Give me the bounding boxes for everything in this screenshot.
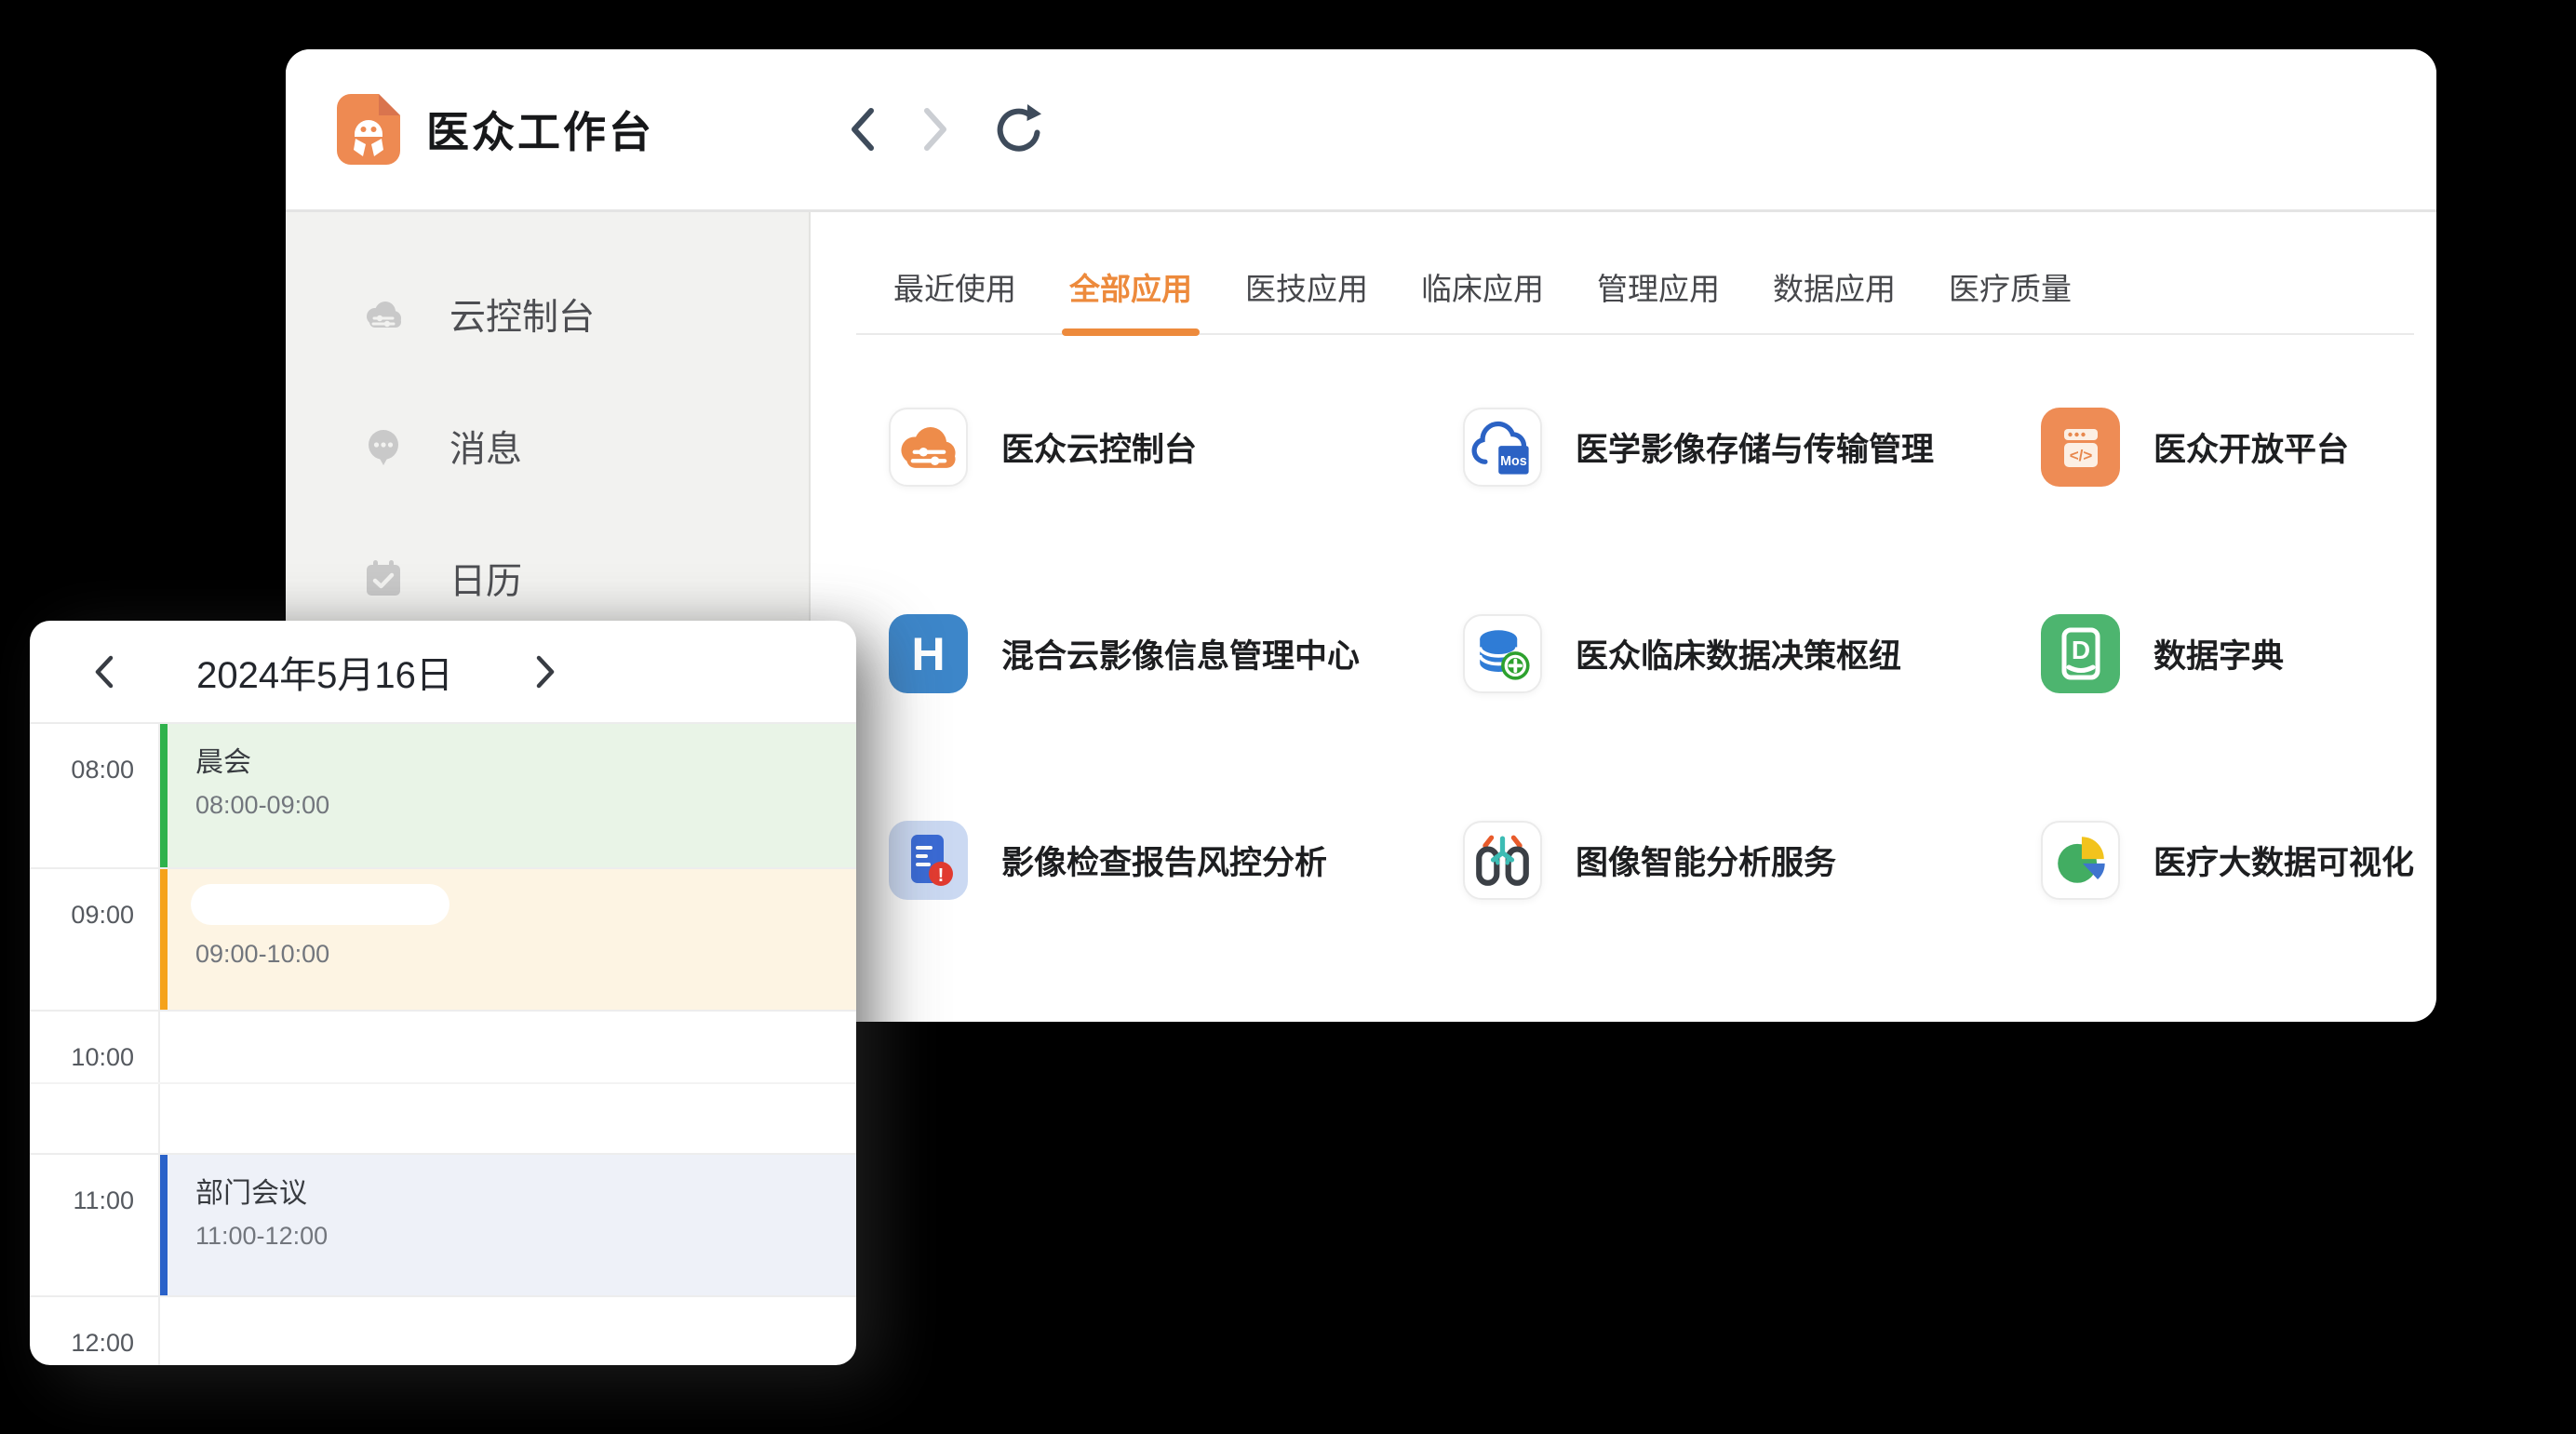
pie-chart-icon [2041, 821, 2120, 900]
svg-text:Mos: Mos [1500, 454, 1527, 469]
app-report-risk-analysis[interactable]: ! 影像检查报告风控分析 [889, 821, 1463, 900]
app-hybrid-cloud-center[interactable]: H 混合云影像信息管理中心 [889, 614, 1463, 693]
app-grid: 医众云控制台 Mos 医学影像存储与传输管理 [889, 408, 2414, 900]
app-image-storage[interactable]: Mos 医学影像存储与传输管理 [1463, 408, 2041, 487]
time-label: 09:00 [30, 869, 160, 1011]
app-data-dictionary[interactable]: D 数据字典 [2041, 614, 2414, 693]
letter-h-icon: H [889, 614, 968, 693]
time-label: 10:00 [30, 1012, 160, 1153]
database-plus-icon [1463, 614, 1542, 693]
event-title: 部门会议 [195, 1177, 856, 1211]
app-clinical-data-hub[interactable]: 医众临床数据决策枢纽 [1463, 614, 2041, 693]
svg-text:!: ! [938, 865, 945, 886]
refresh-icon [993, 103, 1045, 155]
tab-recent[interactable]: 最近使用 [893, 264, 1016, 333]
chevron-right-icon [920, 106, 950, 153]
app-name: 图像智能分析服务 [1576, 837, 1836, 884]
app-title: 医众工作台 [426, 99, 654, 160]
cloud-sliders-icon [889, 408, 968, 487]
app-image-ai-analysis[interactable]: 图像智能分析服务 [1463, 821, 2041, 900]
app-big-data-visualization[interactable]: 医疗大数据可视化 [2041, 821, 2414, 900]
cloud-sliders-icon [360, 291, 407, 338]
sidebar-item-label: 日历 [449, 553, 522, 605]
app-category-tabs: 最近使用 全部应用 医技应用 临床应用 管理应用 数据应用 医疗质量 [856, 212, 2414, 335]
app-name: 数据字典 [2153, 630, 2284, 677]
content-area: 最近使用 全部应用 医技应用 临床应用 管理应用 数据应用 医疗质量 [811, 212, 2436, 1019]
calendar-row-1000: 10:00 [30, 1010, 856, 1153]
app-name: 医众云控制台 [1001, 423, 1197, 471]
sidebar-item-calendar[interactable]: 日历 [286, 534, 809, 623]
svg-text:H: H [911, 628, 945, 680]
app-name: 影像检查报告风控分析 [1001, 837, 1327, 884]
refresh-button[interactable] [993, 103, 1045, 155]
calendar-event-morning-meeting[interactable]: 晨会 08:00-09:00 [160, 724, 856, 867]
calendar-header: 2024年5月16日 [30, 621, 856, 724]
app-name: 医学影像存储与传输管理 [1576, 423, 1934, 471]
calendar-date: 2024年5月16日 [127, 645, 523, 699]
redacted-event-title [191, 884, 449, 925]
calendar-popover: 2024年5月16日 08:00 晨会 08:00-09:00 09:00 09… [30, 621, 856, 1365]
back-button[interactable] [848, 106, 878, 153]
calendar-check-icon [360, 556, 407, 602]
app-name: 混合云影像信息管理中心 [1001, 630, 1360, 677]
tab-clinical[interactable]: 临床应用 [1421, 264, 1544, 333]
app-logo-icon [337, 94, 400, 165]
message-bubble-icon [360, 423, 407, 470]
event-time: 08:00-09:00 [195, 791, 856, 820]
time-label: 08:00 [30, 724, 160, 867]
chevron-left-icon [93, 654, 115, 690]
calendar-row-0900: 09:00 09:00-10:00 [30, 867, 856, 1011]
dictionary-book-icon: D [2041, 614, 2120, 693]
app-name: 医众开放平台 [2153, 423, 2349, 471]
app-cloud-console[interactable]: 医众云控制台 [889, 408, 1463, 487]
lungs-icon [1463, 821, 1542, 900]
cloud-mos-icon: Mos [1463, 408, 1542, 487]
sidebar-item-label: 云控制台 [449, 288, 595, 341]
tab-quality[interactable]: 医疗质量 [1949, 264, 2072, 333]
event-time: 09:00-10:00 [195, 940, 856, 969]
svg-text:</>: </> [2070, 447, 2093, 464]
calendar-row-0800: 08:00 晨会 08:00-09:00 [30, 724, 856, 867]
calendar-prev-button[interactable] [82, 654, 127, 690]
forward-button[interactable] [920, 106, 950, 153]
tab-medtech[interactable]: 医技应用 [1245, 264, 1368, 333]
tab-all-apps[interactable]: 全部应用 [1069, 264, 1192, 333]
calendar-next-button[interactable] [523, 654, 568, 690]
report-alert-icon: ! [889, 821, 968, 900]
event-time: 11:00-12:00 [195, 1222, 856, 1251]
chevron-left-icon [848, 106, 878, 153]
calendar-event-department-meeting[interactable]: 部门会议 11:00-12:00 [160, 1155, 856, 1296]
tab-data[interactable]: 数据应用 [1773, 264, 1896, 333]
time-label: 11:00 [30, 1155, 160, 1296]
chevron-right-icon [534, 654, 557, 690]
tab-management[interactable]: 管理应用 [1597, 264, 1720, 333]
calendar-event-redacted[interactable]: 09:00-10:00 [160, 869, 856, 1011]
sidebar-item-messages[interactable]: 消息 [286, 402, 809, 491]
sidebar-item-label: 消息 [449, 421, 522, 473]
app-name: 医众临床数据决策枢纽 [1576, 630, 1901, 677]
window-nav [848, 103, 1045, 155]
calendar-row-1200: 12:00 [30, 1295, 856, 1365]
event-title: 晨会 [195, 746, 856, 780]
time-label: 12:00 [30, 1297, 160, 1365]
code-window-icon: </> [2041, 408, 2120, 487]
window-header: 医众工作台 [286, 49, 2436, 212]
app-name: 医疗大数据可视化 [2153, 837, 2414, 884]
app-open-platform[interactable]: </> 医众开放平台 [2041, 408, 2414, 487]
calendar-row-1100: 11:00 部门会议 11:00-12:00 [30, 1153, 856, 1296]
sidebar-item-cloud-console[interactable]: 云控制台 [286, 270, 809, 359]
svg-text:D: D [2072, 636, 2090, 664]
